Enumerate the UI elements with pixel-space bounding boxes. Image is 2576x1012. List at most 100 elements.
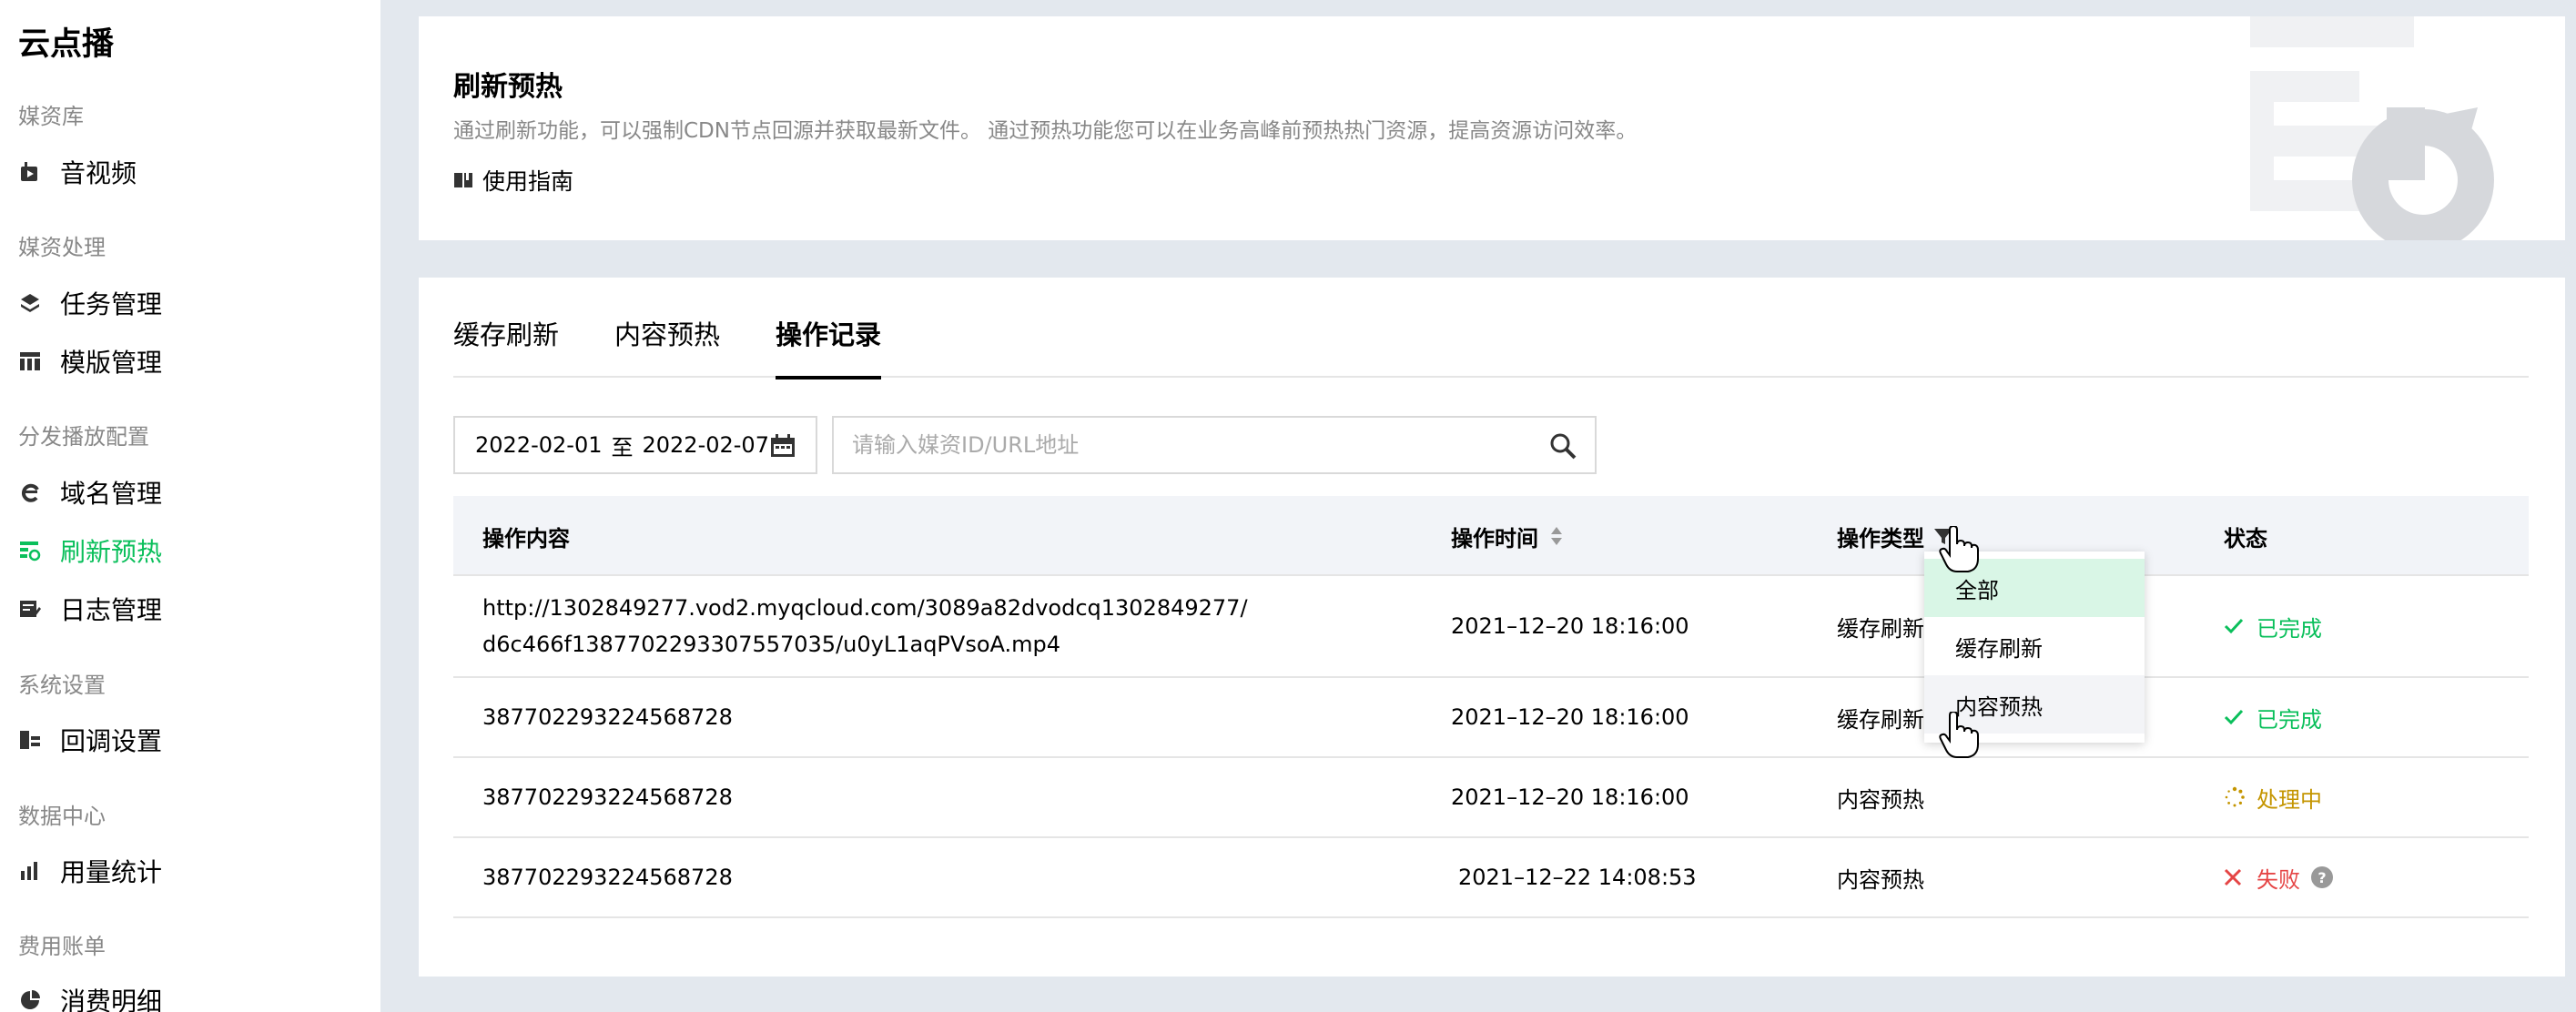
status-cell: 处理中 — [2224, 758, 2322, 836]
sidebar-item-task-management[interactable]: 任务管理 — [18, 281, 364, 325]
status-badge: 已完成 — [2224, 702, 2322, 734]
pie-icon — [18, 988, 42, 1012]
column-header-time-label: 操作时间 — [1451, 525, 1538, 552]
status-label: 处理中 — [2257, 786, 2322, 813]
sidebar-item-domain-management[interactable]: 域名管理 — [18, 471, 364, 514]
table-header: 操作内容 操作时间 操作类型 状态 — [453, 496, 2529, 576]
status-cell: 已完成 — [2224, 678, 2322, 756]
search-input[interactable] — [834, 418, 1526, 472]
group-title-media-library: 媒资库 — [18, 104, 84, 129]
calendar-icon[interactable] — [770, 434, 796, 458]
time-cell: 2021–12–20 18:16:00 — [1451, 784, 1689, 810]
type-cell: 缓存刷新 — [1837, 706, 1924, 733]
template-icon — [18, 349, 42, 373]
table-row: 387702293224568728 2021–12–22 14:08:53 内… — [453, 838, 2529, 918]
group-title-billing: 费用账单 — [18, 934, 106, 959]
sidebar-item-template-management[interactable]: 模版管理 — [18, 339, 364, 383]
sidebar-item-label: 消费明细 — [60, 987, 163, 1012]
date-range-picker[interactable]: 2022-02-01 至 2022-02-07 — [453, 416, 817, 474]
filter-option-cache-refresh[interactable]: 缓存刷新 — [1924, 617, 2145, 675]
group-title-data-center: 数据中心 — [18, 804, 106, 829]
refresh-icon — [18, 539, 42, 562]
type-cell: 内容预热 — [1837, 866, 1924, 893]
records-card: 缓存刷新 内容预热 操作记录 2022-02-01 至 2022-02-07 操… — [419, 278, 2565, 977]
book-icon — [454, 173, 472, 187]
content-url-line1: http://1302849277.vod2.myqcloud.com/3089… — [482, 595, 1248, 621]
refresh-illustration-icon — [2250, 16, 2494, 240]
status-label: 已完成 — [2257, 706, 2322, 733]
sidebar-item-usage-stats[interactable]: 用量统计 — [18, 849, 364, 893]
log-icon — [18, 597, 42, 621]
sort-icon[interactable] — [1549, 525, 1564, 547]
sidebar-item-log-management[interactable]: 日志管理 — [18, 587, 364, 631]
table-row: 387702293224568728 2021–12–20 18:16:00 内… — [453, 758, 2529, 838]
sidebar-item-refresh-preheat[interactable]: 刷新预热 — [18, 529, 364, 572]
tab-content-preheat[interactable]: 内容预热 — [614, 314, 720, 378]
stats-icon — [18, 859, 42, 883]
sidebar-item-consumption-details[interactable]: 消费明细 — [18, 978, 364, 1012]
column-header-type-label: 操作类型 — [1837, 525, 1924, 552]
content-cell: 387702293224568728 — [482, 865, 733, 890]
sidebar-item-audio-video[interactable]: 音视频 — [18, 150, 364, 194]
app-title: 云点播 — [18, 26, 115, 63]
header-card: 刷新预热 通过刷新功能，可以强制CDN节点回源并获取最新文件。 通过预热功能您可… — [419, 16, 2565, 240]
loading-icon — [2224, 785, 2247, 809]
status-badge: 失败 ? — [2224, 862, 2333, 894]
date-end: 2022-02-07 — [642, 432, 769, 458]
tab-bar: 缓存刷新 内容预热 操作记录 — [453, 278, 2529, 380]
content-url-line2: d6c466f1387702293307557035/u0yL1aqPVsoA.… — [482, 632, 1061, 657]
close-icon — [2224, 865, 2247, 889]
sidebar-item-label: 模版管理 — [60, 348, 163, 378]
usage-guide-link[interactable]: 使用指南 — [453, 164, 573, 197]
group-title-system-settings: 系统设置 — [18, 673, 106, 698]
type-cell: 缓存刷新 — [1837, 615, 1924, 642]
layers-icon — [18, 291, 42, 315]
sidebar: 云点播 媒资库 音视频 媒资处理 任务管理 模版管理 分发播放配置 域名管理 刷… — [0, 0, 380, 1012]
check-icon — [2224, 705, 2247, 729]
time-cell: 2021–12–20 18:16:00 — [1451, 613, 1689, 639]
search-box — [832, 416, 1597, 474]
hand-cursor-icon — [1939, 526, 1979, 572]
group-title-media-processing: 媒资处理 — [18, 235, 106, 260]
table-row: http://1302849277.vod2.myqcloud.com/3089… — [453, 576, 2529, 678]
content-cell: http://1302849277.vod2.myqcloud.com/3089… — [482, 576, 1248, 676]
type-cell: 内容预热 — [1837, 786, 1924, 813]
sidebar-item-label: 刷新预热 — [60, 537, 163, 567]
usage-guide-label: 使用指南 — [482, 168, 574, 195]
time-cell: 2021–12–20 18:16:00 — [1451, 704, 1689, 730]
sidebar-item-label: 域名管理 — [60, 479, 163, 509]
column-header-content: 操作内容 — [482, 525, 570, 552]
table-row: 387702293224568728 2021–12–20 18:16:00 缓… — [453, 678, 2529, 758]
page-description: 通过刷新功能，可以强制CDN节点回源并获取最新文件。 通过预热功能您可以在业务高… — [453, 119, 1638, 143]
content-cell: 387702293224568728 — [482, 784, 733, 810]
group-title-distribution: 分发播放配置 — [18, 424, 149, 450]
tab-operation-records[interactable]: 操作记录 — [776, 314, 882, 380]
sidebar-item-label: 用量统计 — [60, 857, 163, 887]
callback-icon — [18, 728, 42, 752]
records-table: 操作内容 操作时间 操作类型 状态 http://1302849277.vod2… — [453, 496, 2529, 918]
status-label: 已完成 — [2257, 615, 2322, 642]
content-cell: 387702293224568728 — [482, 704, 733, 730]
hand-cursor-icon — [1939, 712, 1979, 758]
sidebar-item-label: 音视频 — [60, 158, 137, 188]
status-label: 失败 — [2257, 866, 2300, 893]
time-cell: 2021–12–22 14:08:53 — [1458, 865, 1697, 890]
sidebar-item-callback-settings[interactable]: 回调设置 — [18, 718, 364, 762]
status-cell: 失败 ? — [2224, 838, 2333, 916]
sidebar-item-label: 回调设置 — [60, 726, 163, 756]
page-title: 刷新预热 — [453, 71, 563, 103]
status-badge: 处理中 — [2224, 782, 2322, 814]
tab-cache-refresh[interactable]: 缓存刷新 — [453, 314, 559, 378]
date-separator: 至 — [611, 434, 634, 460]
column-header-time[interactable]: 操作时间 — [1451, 496, 1564, 576]
status-cell: 已完成 — [2224, 576, 2322, 676]
check-icon — [2224, 614, 2247, 638]
column-header-status: 状态 — [2224, 525, 2267, 552]
sidebar-item-label: 任务管理 — [60, 289, 163, 319]
search-icon[interactable] — [1549, 432, 1577, 460]
sidebar-item-label: 日志管理 — [60, 595, 163, 625]
media-icon — [18, 160, 42, 184]
status-badge: 已完成 — [2224, 611, 2322, 643]
domain-icon — [18, 481, 42, 504]
help-icon[interactable]: ? — [2311, 866, 2333, 888]
